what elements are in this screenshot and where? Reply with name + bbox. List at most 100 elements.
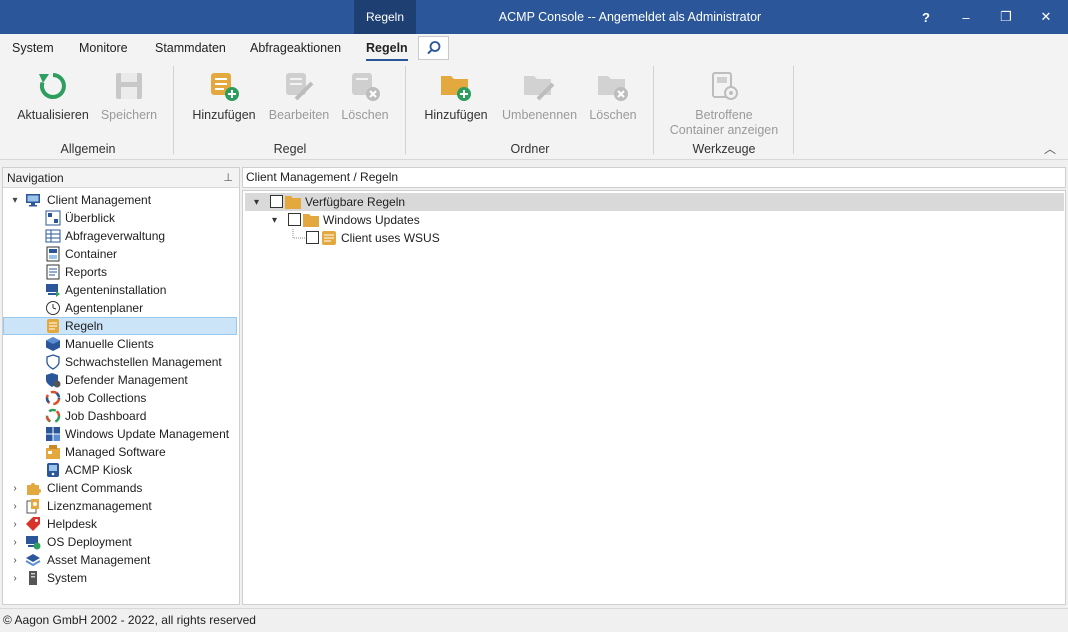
collapse-ribbon-icon[interactable]: ︿ xyxy=(1044,140,1056,157)
ribbon-tabs: System Monitore Stammdaten Abfrageaktion… xyxy=(0,34,1068,62)
chevron-down-icon[interactable]: ▾ xyxy=(272,215,277,226)
nav-regeln[interactable]: Regeln xyxy=(3,317,237,335)
cube-icon xyxy=(46,337,60,351)
nav-label: Defender Management xyxy=(65,373,188,387)
checkbox[interactable] xyxy=(288,213,301,226)
chevron-right-icon[interactable]: › xyxy=(9,555,21,566)
nav-label: Überblick xyxy=(65,211,116,225)
nav-container[interactable]: Container xyxy=(3,245,239,263)
minimize-button[interactable]: ‒ xyxy=(946,0,986,34)
windows-icon xyxy=(46,427,60,441)
nav-lizenzmanagement[interactable]: › Lizenzmanagement xyxy=(3,497,239,515)
chevron-right-icon[interactable]: › xyxy=(9,537,21,548)
nav-label: System xyxy=(47,571,88,585)
tree-row-client-uses-wsus[interactable]: Client uses WSUS xyxy=(245,229,1064,247)
tab-monitore[interactable]: Monitore xyxy=(79,41,128,55)
rule-delete-icon xyxy=(352,73,380,101)
nav-label: Abfrageverwaltung xyxy=(65,229,166,243)
navigation-header: Navigation ⊥ xyxy=(3,168,239,188)
nav-defender-management[interactable]: Defender Management xyxy=(3,371,239,389)
nav-asset-management[interactable]: › Asset Management xyxy=(3,551,239,569)
group-separator xyxy=(793,66,794,154)
ordner-hinzufuegen-button[interactable]: Hinzufügen xyxy=(422,66,490,123)
tree-row-windows-updates[interactable]: ▾ Windows Updates xyxy=(245,211,1064,229)
refresh-icon xyxy=(39,73,66,99)
nav-label: Manuelle Clients xyxy=(65,337,154,351)
chevron-right-icon[interactable]: › xyxy=(9,501,21,512)
ordner-loeschen-button[interactable]: Löschen xyxy=(588,66,638,123)
helpdesk-tag-icon xyxy=(26,517,40,531)
nav-abfrageverwaltung[interactable]: Abfrageverwaltung xyxy=(3,227,239,245)
nav-windows-update-management[interactable]: Windows Update Management xyxy=(3,425,239,443)
chevron-down-icon[interactable]: ▾ xyxy=(9,195,21,206)
nav-label: Agentenplaner xyxy=(65,301,144,315)
regel-bearbeiten-button[interactable]: Bearbeiten xyxy=(268,66,330,123)
nav-label: Lizenzmanagement xyxy=(47,499,152,513)
group-separator xyxy=(173,66,174,154)
nav-label: Windows Update Management xyxy=(65,427,230,441)
tree-connector xyxy=(292,229,305,239)
nav-system[interactable]: › System xyxy=(3,569,239,587)
restore-button[interactable]: ❐ xyxy=(986,0,1026,34)
tab-system[interactable]: System xyxy=(12,41,54,55)
rule-edit-icon xyxy=(286,73,314,101)
server-icon xyxy=(29,571,37,585)
aktualisieren-button[interactable]: Aktualisieren xyxy=(17,66,89,123)
tab-stammdaten[interactable]: Stammdaten xyxy=(155,41,226,55)
nav-os-deployment[interactable]: › OS Deployment xyxy=(3,533,239,551)
tab-abfrageaktionen[interactable]: Abfrageaktionen xyxy=(250,41,341,55)
nav-managed-software[interactable]: Managed Software xyxy=(3,443,239,461)
nav-label: Client Commands xyxy=(47,481,143,495)
context-tab-regeln[interactable]: Regeln xyxy=(354,0,416,34)
agent-install-icon xyxy=(46,284,60,297)
nav-client-commands[interactable]: › Client Commands xyxy=(3,479,239,497)
help-button[interactable]: ? xyxy=(906,0,946,34)
overview-icon xyxy=(45,210,61,226)
pin-icon[interactable]: ⊥ xyxy=(223,168,233,188)
nav-label: Reports xyxy=(65,265,108,279)
nav-job-collections[interactable]: Job Collections xyxy=(3,389,239,407)
nav-job-dashboard[interactable]: Job Dashboard xyxy=(3,407,239,425)
clock-icon xyxy=(46,301,60,315)
container-icon xyxy=(46,246,60,262)
nav-agenteninstallation[interactable]: Agenteninstallation xyxy=(3,281,239,299)
chevron-down-icon[interactable]: ▾ xyxy=(254,197,259,208)
regel-hinzufuegen-button[interactable]: Hinzufügen xyxy=(190,66,258,123)
nav-label: Job Collections xyxy=(65,391,147,405)
tree-label: Windows Updates xyxy=(323,213,420,227)
close-button[interactable]: ✕ xyxy=(1026,0,1066,34)
rule-add-icon xyxy=(211,73,239,101)
nav-label: Managed Software xyxy=(65,445,166,459)
save-icon xyxy=(116,73,142,99)
nav-label: Asset Management xyxy=(47,553,151,567)
group-separator xyxy=(405,66,406,154)
chevron-right-icon[interactable]: › xyxy=(9,483,21,494)
chevron-right-icon[interactable]: › xyxy=(9,573,21,584)
nav-acmp-kiosk[interactable]: ACMP Kiosk xyxy=(3,461,239,479)
folder-delete-icon xyxy=(598,76,628,101)
nav-ueberblick[interactable]: Überblick xyxy=(3,209,239,227)
tab-regeln[interactable]: Regeln xyxy=(366,41,408,61)
regel-loeschen-button[interactable]: Löschen xyxy=(340,66,390,123)
checkbox[interactable] xyxy=(306,231,319,244)
nav-label: Client Management xyxy=(47,193,152,207)
checkbox[interactable] xyxy=(270,195,283,208)
chevron-right-icon[interactable]: › xyxy=(9,519,21,530)
ordner-umbenennen-button[interactable]: Umbenennen xyxy=(502,66,577,123)
nav-schwachstellen-management[interactable]: Schwachstellen Management xyxy=(3,353,239,371)
nav-reports[interactable]: Reports xyxy=(3,263,239,281)
affected-containers-icon xyxy=(712,72,738,100)
report-icon xyxy=(46,264,60,280)
betroffene-container-button[interactable]: Betroffene Container anzeigen xyxy=(668,66,780,138)
tree-row-verfuegbare-regeln[interactable]: ▾ Verfügbare Regeln xyxy=(245,193,1064,211)
group-ordner-label: Ordner xyxy=(510,142,550,156)
nav-manuelle-clients[interactable]: Manuelle Clients xyxy=(3,335,239,353)
group-separator xyxy=(653,66,654,154)
group-allgemein-label: Allgemein xyxy=(60,142,116,156)
search-button[interactable] xyxy=(418,36,449,60)
nav-label: ACMP Kiosk xyxy=(65,463,133,477)
speichern-button[interactable]: Speichern xyxy=(100,66,158,123)
nav-client-management[interactable]: ▾ Client Management xyxy=(3,191,239,209)
nav-helpdesk[interactable]: › Helpdesk xyxy=(3,515,239,533)
nav-agentenplaner[interactable]: Agentenplaner xyxy=(3,299,239,317)
